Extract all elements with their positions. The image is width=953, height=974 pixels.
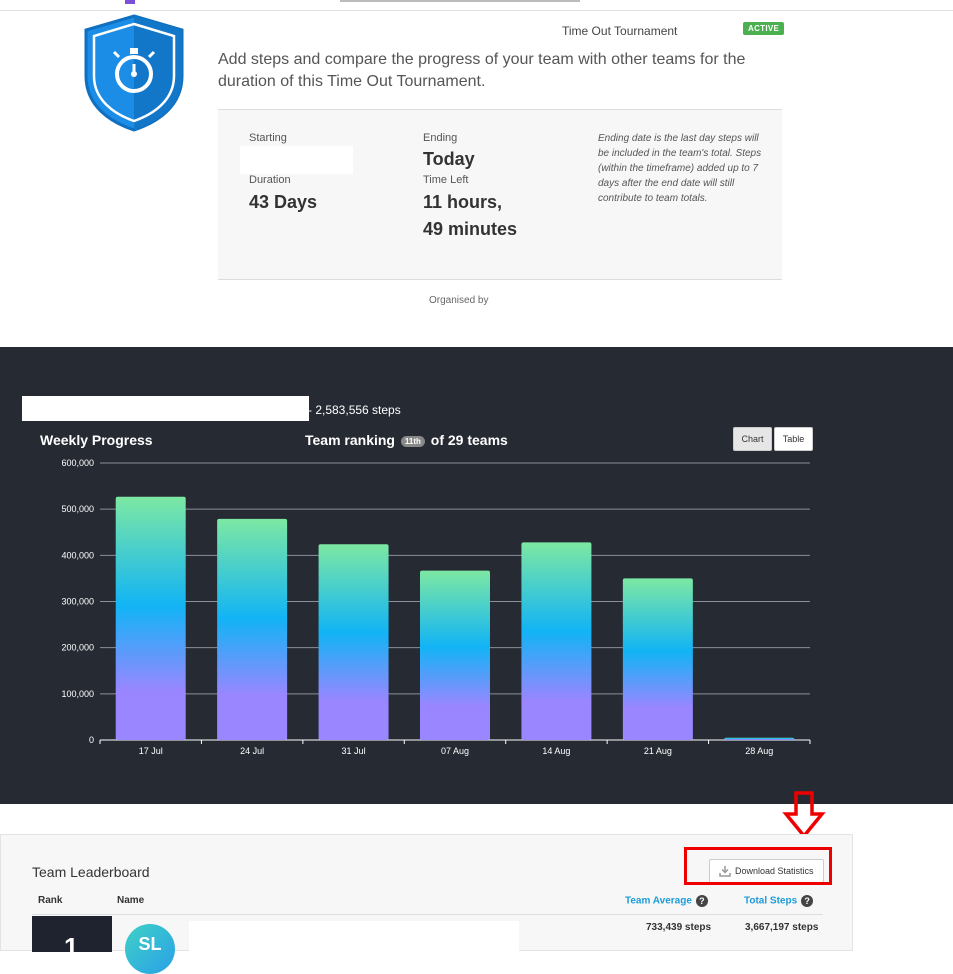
x-tick-label: 28 Aug (745, 746, 773, 756)
col-total-steps[interactable]: Total Steps? (744, 895, 814, 907)
x-tick-label: 07 Aug (441, 746, 469, 756)
ending-value: Today (423, 149, 475, 169)
rank-cell: 1 (32, 916, 112, 962)
col-total-steps-label: Total Steps (744, 895, 798, 907)
x-tick-label: 17 Jul (139, 746, 163, 756)
chart-bar (521, 542, 592, 740)
starting-label: Starting (249, 132, 287, 144)
starting-value (240, 146, 353, 174)
status-badge: ACTIVE (743, 22, 785, 35)
annotation-highlight-box (684, 847, 832, 885)
tournament-info-panel: Starting Duration 43 Days Ending Today T… (218, 109, 782, 280)
header-fragment (340, 0, 580, 2)
chart-bar (115, 496, 186, 740)
help-icon[interactable]: ? (695, 895, 708, 907)
organised-by-label: Organised by (429, 295, 489, 306)
rank-number: 1 (64, 932, 79, 962)
total-steps-value: 3,667,197 steps (745, 922, 819, 933)
chart-bar (724, 737, 795, 740)
col-name: Name (117, 895, 145, 906)
duration-label: Duration (249, 174, 291, 186)
ending-label: Ending (423, 132, 458, 144)
stopwatch-icon (84, 14, 184, 132)
y-tick-label: 600,000 (61, 458, 94, 468)
col-team-average[interactable]: Team Average? (625, 895, 708, 907)
time-left-label: Time Left (423, 174, 469, 186)
chart-bar (622, 578, 693, 740)
y-tick-label: 300,000 (61, 597, 94, 607)
team-name-cell[interactable] (189, 921, 519, 952)
team-average-value: 733,439 steps (646, 922, 712, 933)
leaderboard-title: Team Leaderboard (32, 864, 150, 880)
y-tick-label: 400,000 (61, 550, 94, 560)
tournament-title: Time Out Tournament (562, 24, 678, 38)
y-tick-label: 100,000 (61, 689, 94, 699)
duration-value: 43 Days (249, 192, 318, 212)
weekly-progress-chart: 0 100,000 200,000 300,000 400,000 500,000 600,… (61, 458, 811, 756)
ending-date-note: Ending date is the last day steps will b… (598, 133, 762, 204)
header-divider (0, 10, 953, 11)
weekly-progress-section: - 2,583,556 steps Weekly Progress Team r… (0, 347, 953, 804)
chart-bar (217, 518, 288, 740)
tournament-description: Add steps and compare the progress of yo… (218, 51, 746, 90)
y-tick-label: 0 (89, 735, 94, 745)
time-left-value-minutes: 49 minutes (423, 219, 518, 239)
x-tick-label: 21 Aug (644, 746, 672, 756)
y-tick-label: 200,000 (61, 643, 94, 653)
chart-bar (420, 570, 490, 740)
col-rank: Rank (38, 895, 63, 906)
help-icon[interactable]: ? (801, 895, 814, 907)
x-tick-label: 31 Jul (342, 746, 366, 756)
y-tick-label: 500,000 (61, 504, 94, 514)
annotation-arrow-icon (782, 791, 826, 839)
x-tick-label: 14 Aug (542, 746, 570, 756)
avatar: SL (125, 924, 175, 974)
time-left-value-hours: 11 hours, (423, 192, 503, 212)
col-team-average-label: Team Average (625, 895, 692, 907)
header-fragment (125, 0, 135, 4)
header-divider (32, 914, 823, 915)
x-tick-label: 24 Jul (240, 746, 264, 756)
chart-bar (318, 544, 389, 740)
